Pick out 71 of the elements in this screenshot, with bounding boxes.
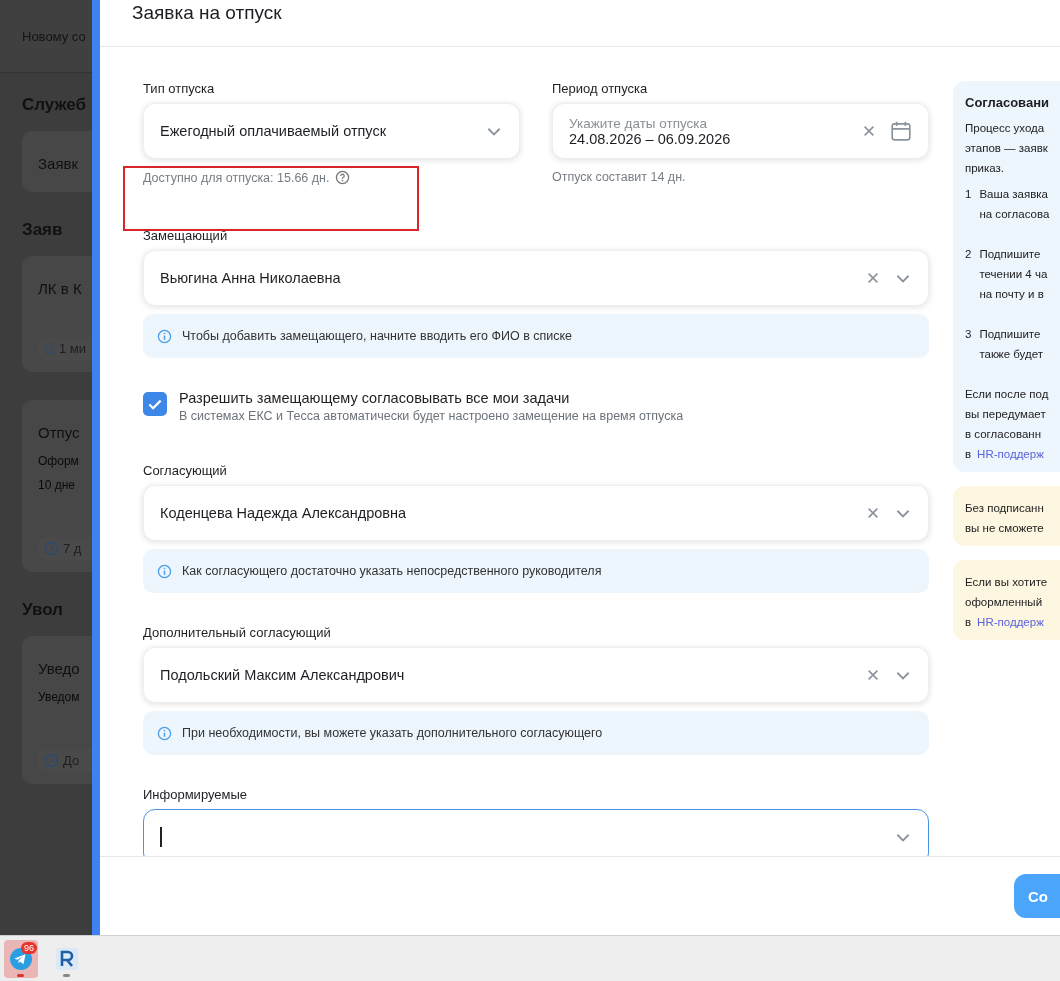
note-text: вы не сможете [965,521,1045,536]
step-text: Подпишите [979,327,1042,342]
card-description: 10 дне [38,477,76,494]
note-text: Без подписанн [965,501,1045,516]
support-link[interactable]: HR-поддерж [977,612,1044,632]
note-text: Если вы хотите [965,575,1049,590]
info-text: Чтобы добавить замещающего, начните вводить его ФИО в списке [182,329,573,343]
text-cursor [160,827,162,847]
date-range-value: 24.08.2026 – 06.09.2026 [569,130,732,147]
taskbar-app[interactable]: 96 [4,939,38,978]
notification-badge: 96 [21,941,37,954]
duration-note: Отпуск составит 14 дн. [552,170,686,184]
clear-icon[interactable] [866,506,880,520]
card-description: Оформ [38,453,80,470]
leave-type-select[interactable]: Ежегодный оплачиваемый отпуск [143,103,520,159]
clear-icon[interactable] [862,124,876,138]
step-number: 2 [965,247,972,262]
checkbox-description: В системах ЕКС и Тесса автоматически будет настроено замещение на время отпуска [179,409,684,423]
panel-text: Если после под [965,387,1050,402]
r-logo-icon [55,946,79,971]
date-range-field[interactable]: Укажите даты отпуска 24.08.2026 – 06.09.2026 [552,103,929,159]
note-text: в [965,615,972,630]
step-number: 3 [965,327,972,342]
field-label: Информируемые [143,787,249,802]
modal-title: Заявка на отпуск [132,2,282,24]
checkbox-label: Разрешить замещающему согласовывать все мои задачи [179,390,571,406]
info-text: Как согласующего достаточно указать непосредственного руководителя [182,564,602,578]
field-label: Дополнительный согласующий [143,625,332,640]
support-link[interactable]: HR-поддерж [977,444,1044,464]
floating-label: Укажите даты отпуска [569,115,709,131]
note-text: оформленный [965,595,1044,610]
help-icon[interactable] [335,170,351,185]
card-description: Уведом [38,689,81,706]
info-icon [157,725,172,741]
card-title: Отпус [38,424,81,441]
step-text: на согласова [979,207,1050,222]
person-select[interactable]: Вьюгина Анна Николаевна [143,250,929,306]
clock-icon [44,753,59,768]
step-text: также будет [979,347,1043,362]
panel-text: вы передумает [965,407,1047,422]
person-select[interactable] [143,809,929,856]
info-text: При необходимости, вы можете указать дополнительного согласующего [182,726,603,740]
info-icon [157,328,172,344]
available-days-text: Доступно для отпуска: 15.66 дн. [143,170,330,185]
step-text: на почту и в [979,287,1045,302]
clear-icon[interactable] [866,271,880,285]
field-label: Период отпуска [552,81,649,96]
field-label: Замещающий [143,228,229,243]
panel-title: Согласовани [965,95,1050,110]
panel-text: Процесс ухода [965,121,1046,136]
step-number: 1 [965,187,972,202]
paper-plane-icon [9,946,33,971]
clock-icon [44,341,55,356]
field-label: Согласующий [143,463,228,478]
person-select[interactable]: Коденцева Надежда Александровна [143,485,929,541]
info-icon [157,563,172,579]
panel-text: в согласованн [965,427,1042,442]
clock-icon [44,541,59,556]
panel-text: приказ. [965,161,1006,176]
panel-text: этапов — заявк [965,141,1049,156]
step-text: Ваша заявка [979,187,1049,202]
checkbox[interactable] [143,392,167,416]
calendar-icon[interactable] [890,120,912,142]
step-text: Подпишите [979,247,1042,262]
submit-button[interactable]: Со [1014,874,1060,918]
card-title: Заявк [38,155,80,172]
clear-icon[interactable] [866,668,880,682]
field-label: Тип отпуска [143,81,216,96]
person-select[interactable]: Подольский Максим Александрович [143,647,929,703]
panel-text: в [965,447,972,462]
step-text: течении 4 ча [979,267,1048,282]
